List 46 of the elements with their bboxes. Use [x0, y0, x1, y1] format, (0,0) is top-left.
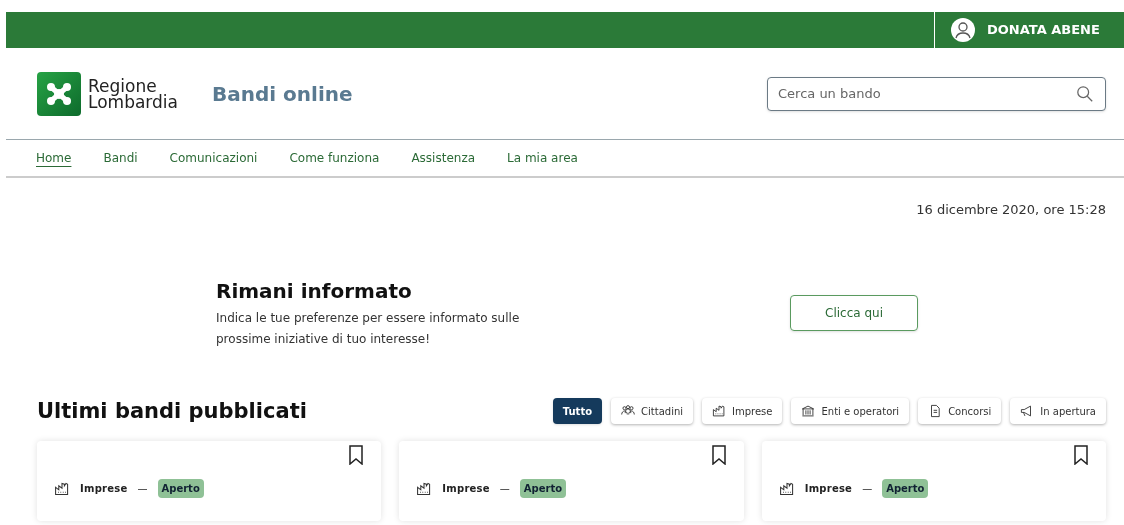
search-field[interactable]: Cerca un bando [767, 76, 1106, 111]
filter-tab[interactable]: In apertura [1010, 398, 1106, 425]
factory-icon [54, 480, 70, 497]
separator-dash: — [862, 482, 873, 496]
date-time: 16 dicembre 2020, ore 15:28 [916, 201, 1106, 219]
nav-link[interactable]: La mia area [507, 149, 578, 167]
status-badge: Aperto [519, 479, 567, 498]
call-card[interactable]: Imprese — Aperto [37, 441, 382, 521]
filter-tab[interactable]: Tutto [552, 398, 603, 425]
document-icon [928, 404, 943, 419]
nav-link[interactable]: Comunicazioni [169, 149, 258, 167]
call-card[interactable]: Imprese — Aperto [399, 441, 744, 521]
nav-link[interactable]: Home [36, 149, 72, 167]
card-category: Imprese [804, 482, 853, 496]
logo-text: Lombardia [88, 93, 178, 110]
nav-link[interactable]: Bandi [103, 149, 138, 167]
user-avatar-icon [951, 18, 975, 42]
banner-title: Rimani informato [216, 277, 413, 305]
subscribe-button[interactable]: Clicca qui [790, 294, 918, 331]
card-category: Imprese [442, 482, 490, 496]
site-title: Bandi online [211, 80, 353, 108]
search-icon[interactable] [1076, 84, 1094, 103]
status-badge: Aperto [157, 479, 204, 498]
status-badge: Aperto [882, 479, 929, 498]
nav-link[interactable]: Come funziona [289, 149, 380, 167]
logo-text: Regione [88, 77, 157, 94]
separator-dash: — [499, 482, 510, 496]
card-category: Imprese [80, 482, 128, 496]
building-icon [801, 404, 816, 419]
nav-link[interactable]: Assistenza [411, 149, 476, 167]
user-name[interactable]: DONATA ABENE [987, 20, 1100, 40]
section-title: Ultimi bandi pubblicati [37, 397, 307, 425]
call-card[interactable]: Imprese — Aperto [761, 441, 1106, 521]
bookmark-icon[interactable] [710, 445, 727, 465]
factory-icon [778, 480, 795, 497]
separator-dash: — [137, 482, 148, 496]
bookmark-icon[interactable] [1073, 445, 1089, 465]
filter-tab[interactable]: Concorsi [918, 398, 1002, 425]
regione-logo-icon [37, 71, 81, 116]
factory-icon [712, 404, 727, 419]
factory-icon [416, 480, 433, 497]
banner-text: Indica le tue preferenze per essere informato sulle prossime iniziative di tuo interesse! [216, 309, 521, 348]
filter-tab[interactable]: Enti e operatori [791, 398, 910, 425]
bookmark-icon[interactable] [348, 445, 365, 465]
filter-tab[interactable]: Cittadini [611, 398, 694, 425]
filter-tab[interactable]: Imprese [702, 398, 783, 425]
